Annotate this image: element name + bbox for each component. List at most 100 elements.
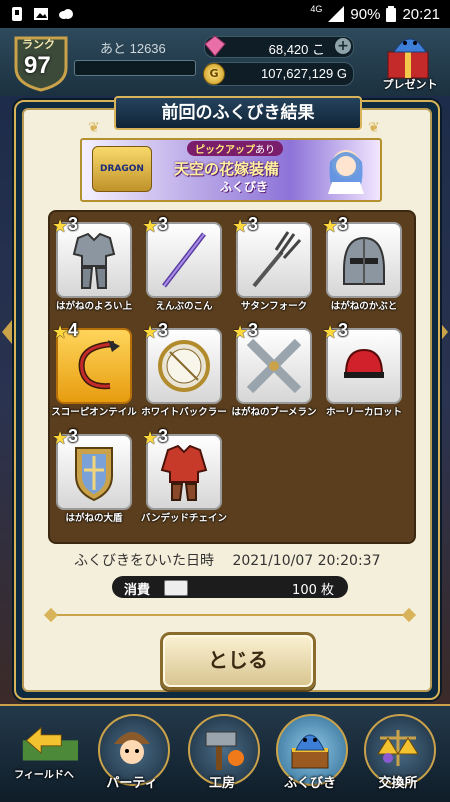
- result-item[interactable]: ★ 3 はがねの大盾: [52, 426, 134, 530]
- item-name: はがねの大盾: [65, 513, 123, 524]
- item-name: スコーピオンテイル: [51, 407, 137, 418]
- fork-icon: [252, 231, 302, 288]
- lottery-icon: [291, 734, 329, 769]
- workshop-icon: [205, 731, 244, 770]
- result-item[interactable]: ★ 3 ホーリーカロット: [322, 320, 404, 424]
- ornament-right-icon: ❦: [368, 120, 380, 136]
- rarity-value: 3: [158, 426, 169, 446]
- results-grid: ★ 3 はがねのよろい上 ★ 3 えんぶのこん ★ 3 サタンフォーク ★ 3 …: [48, 210, 416, 544]
- rarity-value: 3: [158, 320, 169, 340]
- nav-exchange[interactable]: 交換所: [358, 712, 442, 798]
- drawn-at-label: ふくびきをひいた日時: [74, 553, 214, 569]
- bride-portrait-icon: [328, 150, 364, 194]
- rarity-value: 4: [68, 320, 79, 340]
- pickup-banner[interactable]: DRAGON QUEST V ピックアップあり 天空の花嫁装備 ふくびき: [80, 138, 382, 202]
- item-name: ホワイトバックラー: [141, 407, 227, 418]
- banner-title: 天空の花嫁装備: [174, 160, 280, 178]
- nav-label: 交換所: [378, 776, 418, 791]
- item-name: バンデッドチェイン: [141, 513, 227, 524]
- nav-label: ふくびき: [283, 776, 336, 791]
- armor-icon: [72, 232, 116, 289]
- ticket-icon: [164, 580, 188, 596]
- nav-label: パーティ: [106, 776, 158, 791]
- spend-label: 消費: [124, 583, 151, 598]
- result-item[interactable]: ★ 3 はがねのかぶと: [322, 214, 404, 318]
- exchange-icon: [377, 730, 419, 766]
- cloud-icon: [59, 9, 73, 19]
- battery-percent: 90%: [350, 5, 381, 23]
- notification-icon: [12, 7, 22, 21]
- result-item[interactable]: ★ 3 バンデッドチェイン: [141, 426, 227, 530]
- rank-label: ランク: [22, 38, 55, 51]
- nav-party[interactable]: パーティ: [92, 712, 176, 798]
- rarity-value: 3: [338, 320, 349, 340]
- ornament-left-icon: ❦: [88, 120, 100, 136]
- gift-slime-icon: [387, 38, 429, 79]
- rarity-value: 3: [248, 214, 259, 234]
- rank-value: 97: [24, 52, 51, 79]
- header: ランク 97 あと 12636 68,420 こ + G 107,627,129…: [0, 28, 450, 98]
- exp-remaining: あと 12636: [100, 41, 166, 56]
- result-item[interactable]: ★ 3 えんぶのこん: [142, 214, 224, 318]
- nav-label: 工房: [208, 776, 235, 791]
- result-item[interactable]: ★ 3 はがねのブーメラン: [231, 320, 316, 424]
- pickup-tag: ピックアップあり: [187, 141, 283, 156]
- result-item[interactable]: ★ 3 ホワイトバックラー: [141, 320, 227, 424]
- banner-subtitle: ふくびき: [220, 180, 269, 194]
- item-name: はがねのよろい上: [55, 301, 132, 312]
- whip-icon: [78, 340, 120, 390]
- rarity-value: 3: [68, 426, 79, 446]
- item-name: はがねのブーメラン: [231, 407, 317, 418]
- gold-coin-icon: G: [203, 63, 225, 85]
- item-name: えんぶのこん: [155, 301, 213, 312]
- close-button[interactable]: とじる: [160, 632, 316, 690]
- drawn-at-value: 2021/10/07 20:20:37: [232, 553, 381, 569]
- item-name: はがねのかぶと: [330, 301, 398, 312]
- nav-lottery[interactable]: ふくびき: [270, 712, 354, 798]
- rarity-value: 3: [68, 214, 79, 234]
- spend-bar: 消費 100 枚: [112, 576, 348, 598]
- result-item[interactable]: ★ 4 スコーピオンテイル: [51, 320, 137, 424]
- rarity-value: 3: [158, 214, 169, 234]
- lottery-result-dialog: 前回のふくびき結果 ❦ ❦ DRAGON QUEST V ピックアップあり 天空…: [14, 96, 440, 700]
- image-icon: [34, 8, 48, 20]
- dialog-panel: 前回のふくびき結果 ❦ ❦ DRAGON QUEST V ピックアップあり 天空…: [22, 96, 432, 692]
- nav-field[interactable]: フィールドへ: [4, 712, 88, 798]
- item-name: サタンフォーク: [240, 301, 308, 312]
- gem-value: 68,420 こ: [268, 42, 325, 57]
- result-item[interactable]: ★ 3 サタンフォーク: [232, 214, 314, 318]
- great-shield-icon: [75, 447, 113, 502]
- party-icon: [114, 732, 150, 764]
- rarity-value: 3: [248, 320, 259, 340]
- drawn-at-row: ふくびきをひいた日時 2021/10/07 20:20:37: [74, 550, 394, 570]
- dialog-title: 前回のふくびき結果: [114, 96, 362, 130]
- present-label: プレゼント: [382, 78, 438, 91]
- item-name: ホーリーカロット: [325, 407, 402, 418]
- chain-armor-icon: [160, 444, 208, 501]
- dq5-logo: DRAGON QUEST V: [92, 146, 152, 192]
- shield-round-icon: [158, 340, 210, 392]
- staff-icon: [162, 232, 206, 288]
- spend-amount: 100 枚: [292, 583, 334, 598]
- divider: [52, 614, 408, 616]
- status-bar: 4G 90% 20:21: [0, 0, 450, 28]
- nav-workshop[interactable]: 工房: [182, 712, 266, 798]
- scroll-left-arrow-icon[interactable]: [2, 320, 12, 344]
- gem-icon: [204, 35, 226, 57]
- present-button[interactable]: プレゼント: [374, 30, 446, 92]
- gold-counter: G 107,627,129 G: [203, 62, 354, 86]
- bottom-nav: フィールドへ パーティ 工房 ふくびき 交換所: [0, 704, 450, 802]
- battery-icon: [386, 6, 397, 22]
- result-item[interactable]: ★ 3 はがねのよろい上: [52, 214, 134, 318]
- boomerang-icon: [246, 338, 302, 394]
- gem-counter: 68,420 こ +: [204, 35, 354, 58]
- rarity-value: 3: [338, 214, 349, 234]
- cap-icon: [344, 348, 384, 378]
- nav-label: フィールドへ: [14, 770, 74, 781]
- signal-icon: [328, 6, 345, 22]
- add-gems-button[interactable]: +: [335, 38, 351, 54]
- clock: 20:21: [402, 5, 440, 23]
- field-arrow-icon: [22, 726, 78, 761]
- exp-bar: [74, 60, 196, 76]
- gold-value: 107,627,129 G: [260, 66, 347, 81]
